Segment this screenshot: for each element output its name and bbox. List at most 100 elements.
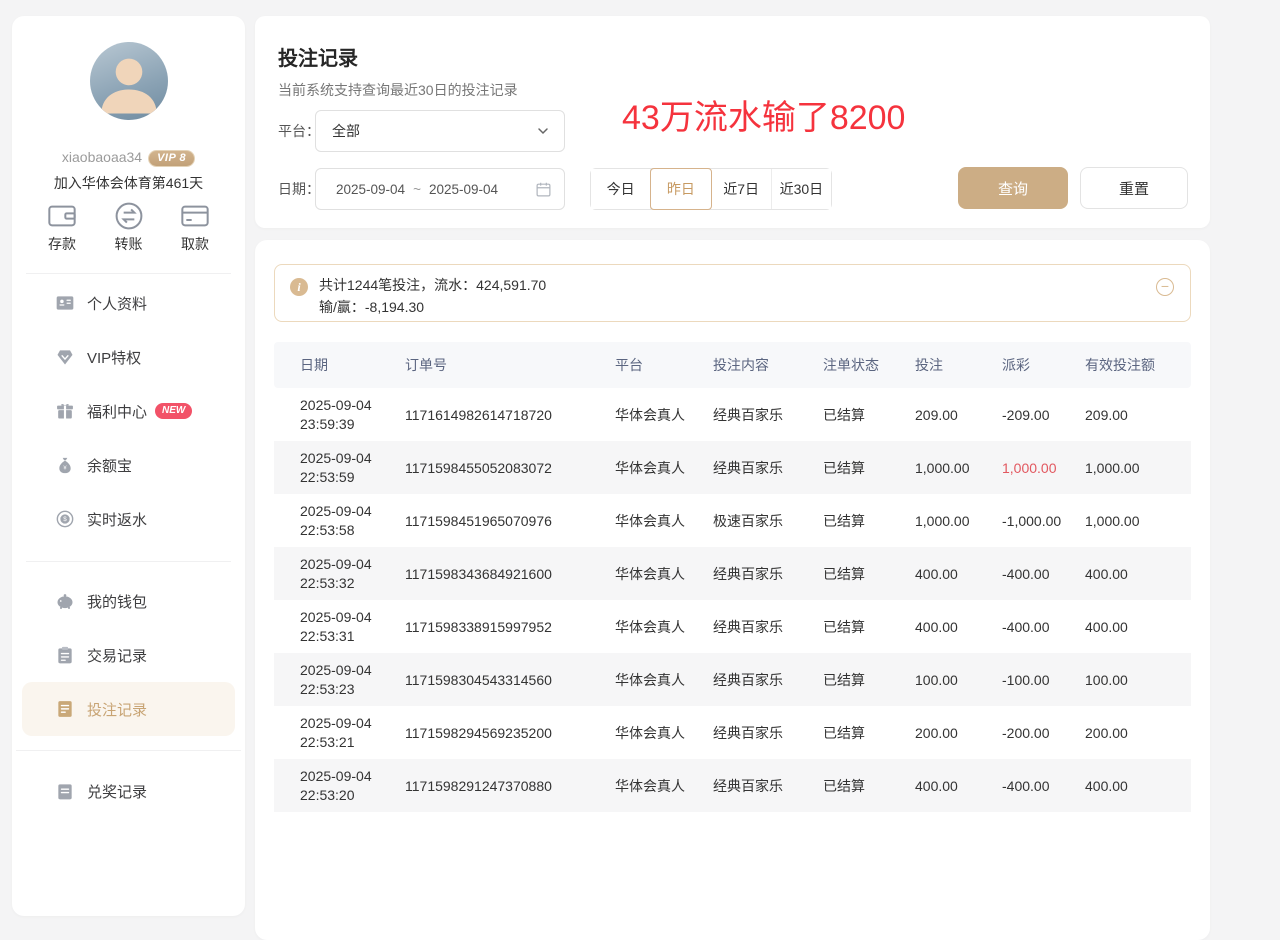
deposit-label: 存款 bbox=[48, 236, 76, 252]
range-yesterday-button[interactable]: 昨日 bbox=[651, 169, 711, 209]
transfer-button[interactable]: 转账 bbox=[99, 200, 159, 254]
cell-bet-amount: 400.00 bbox=[915, 566, 1002, 582]
sidebar-item-transactions[interactable]: 交易记录 bbox=[12, 628, 245, 682]
cell-bet-content: 经典百家乐 bbox=[713, 458, 823, 478]
cell-status: 已结算 bbox=[823, 564, 915, 584]
chevron-down-icon bbox=[536, 124, 550, 138]
cell-platform: 华体会真人 bbox=[615, 511, 713, 531]
cell-valid-bet: 1,000.00 bbox=[1085, 513, 1190, 529]
date-range-input[interactable]: 2025-09-04 ~ 2025-09-04 bbox=[315, 168, 565, 210]
table-row: 2025-09-0422:53:59 1171598455052083072 华… bbox=[274, 441, 1191, 494]
cell-payout: -100.00 bbox=[1002, 672, 1085, 688]
cell-platform: 华体会真人 bbox=[615, 670, 713, 690]
sidebar-item-prize-records[interactable]: 兑奖记录 bbox=[12, 764, 245, 818]
calendar-icon[interactable] bbox=[535, 181, 552, 198]
red-annotation-text: 43万流水输了8200 bbox=[622, 90, 905, 139]
cell-platform: 华体会真人 bbox=[615, 405, 713, 425]
range-7days-button[interactable]: 近7日 bbox=[712, 169, 772, 209]
cell-date: 2025-09-0422:53:31 bbox=[274, 608, 405, 646]
reset-button[interactable]: 重置 bbox=[1080, 167, 1188, 209]
divider bbox=[26, 561, 231, 562]
cell-order-no: 1171598304543314560 bbox=[405, 672, 615, 688]
cell-valid-bet: 400.00 bbox=[1085, 566, 1190, 582]
sidebar-item-label: 兑奖记录 bbox=[87, 781, 147, 802]
cell-date: 2025-09-0422:53:21 bbox=[274, 714, 405, 752]
divider bbox=[26, 273, 231, 274]
cell-bet-amount: 400.00 bbox=[915, 619, 1002, 635]
piggy-bank-icon bbox=[55, 591, 75, 611]
sidebar: xiaobaoaa34VIP 8 加入华体会体育第461天 存款 转账 bbox=[12, 16, 245, 916]
avatar bbox=[90, 42, 168, 120]
sidebar-item-vip[interactable]: VIP特权 bbox=[12, 330, 245, 384]
cell-platform: 华体会真人 bbox=[615, 617, 713, 637]
page-subtitle: 当前系统支持查询最近30日的投注记录 bbox=[278, 80, 518, 100]
range-today-button[interactable]: 今日 bbox=[591, 169, 651, 209]
cell-status: 已结算 bbox=[823, 405, 915, 425]
cell-status: 已结算 bbox=[823, 670, 915, 690]
cell-valid-bet: 200.00 bbox=[1085, 725, 1190, 741]
join-days-text: 加入华体会体育第461天 bbox=[12, 173, 245, 193]
cell-date: 2025-09-0422:53:58 bbox=[274, 502, 405, 540]
sidebar-item-welfare[interactable]: 福利中心 NEW bbox=[12, 384, 245, 438]
sidebar-item-bet-records[interactable]: 投注记录 bbox=[22, 682, 235, 736]
prize-record-icon bbox=[55, 781, 75, 801]
platform-label: 平台： bbox=[278, 110, 320, 152]
sidebar-item-label: 交易记录 bbox=[87, 645, 147, 666]
sidebar-item-profile[interactable]: 个人资料 bbox=[12, 276, 245, 330]
bet-record-icon bbox=[55, 699, 75, 719]
cell-date: 2025-09-0422:53:59 bbox=[274, 449, 405, 487]
withdraw-button[interactable]: 取款 bbox=[165, 200, 225, 254]
sidebar-item-yuebao[interactable]: ¥ 余额宝 bbox=[12, 438, 245, 492]
vip-badge: VIP 8 bbox=[148, 150, 195, 167]
col-bet-amount: 投注 bbox=[915, 355, 1002, 375]
date-end-value: 2025-09-04 bbox=[429, 182, 498, 197]
deposit-button[interactable]: 存款 bbox=[32, 200, 92, 254]
sidebar-item-wallet[interactable]: 我的钱包 bbox=[12, 574, 245, 628]
sidebar-item-rebate[interactable]: $ 实时返水 bbox=[12, 492, 245, 546]
wallet-icon bbox=[32, 200, 92, 234]
page-title: 投注记录 bbox=[278, 42, 358, 71]
cell-payout: -1,000.00 bbox=[1002, 513, 1085, 529]
cell-order-no: 1171598455052083072 bbox=[405, 460, 615, 476]
cell-order-no: 1171598338915997952 bbox=[405, 619, 615, 635]
cell-payout: -400.00 bbox=[1002, 619, 1085, 635]
cell-bet-content: 极速百家乐 bbox=[713, 511, 823, 531]
table-row: 2025-09-0422:53:58 1171598451965070976 华… bbox=[274, 494, 1191, 547]
collapse-icon[interactable]: − bbox=[1156, 278, 1174, 296]
transfer-label: 转账 bbox=[115, 236, 143, 252]
transfer-icon bbox=[99, 200, 159, 234]
cell-valid-bet: 400.00 bbox=[1085, 619, 1190, 635]
id-card-icon bbox=[55, 293, 75, 313]
cell-platform: 华体会真人 bbox=[615, 564, 713, 584]
cell-order-no: 1171614982614718720 bbox=[405, 407, 615, 423]
cell-valid-bet: 400.00 bbox=[1085, 778, 1190, 794]
platform-select[interactable]: 全部 bbox=[315, 110, 565, 152]
cell-status: 已结算 bbox=[823, 458, 915, 478]
cell-status: 已结算 bbox=[823, 511, 915, 531]
cell-payout: 1,000.00 bbox=[1002, 460, 1085, 476]
cell-platform: 华体会真人 bbox=[615, 458, 713, 478]
sidebar-item-label: 余额宝 bbox=[87, 455, 132, 476]
table-row: 2025-09-0422:53:21 1171598294569235200 华… bbox=[274, 706, 1191, 759]
transaction-record-icon bbox=[55, 645, 75, 665]
cell-bet-amount: 400.00 bbox=[915, 778, 1002, 794]
col-platform: 平台 bbox=[615, 355, 713, 375]
money-bag-icon: ¥ bbox=[55, 455, 75, 475]
cell-date: 2025-09-0422:53:23 bbox=[274, 661, 405, 699]
cell-bet-amount: 1,000.00 bbox=[915, 513, 1002, 529]
main-menu: 个人资料 VIP特权 福利中心 NEW ¥ 余额宝 $ 实时返水 bbox=[12, 276, 245, 546]
range-30days-button[interactable]: 近30日 bbox=[772, 169, 831, 209]
bet-records-panel: i 共计1244笔投注，流水：424,591.70 输/赢：-8,194.30 … bbox=[255, 240, 1210, 940]
col-bet-content: 投注内容 bbox=[713, 355, 823, 375]
cell-order-no: 1171598294569235200 bbox=[405, 725, 615, 741]
cell-payout: -400.00 bbox=[1002, 778, 1085, 794]
records-menu: 我的钱包 交易记录 投注记录 兑奖记录 bbox=[12, 574, 245, 818]
cell-bet-amount: 100.00 bbox=[915, 672, 1002, 688]
date-label: 日期： bbox=[278, 168, 320, 210]
search-button[interactable]: 查询 bbox=[958, 167, 1068, 209]
summary-box: i 共计1244笔投注，流水：424,591.70 输/赢：-8,194.30 … bbox=[274, 264, 1191, 322]
cell-platform: 华体会真人 bbox=[615, 776, 713, 796]
cell-valid-bet: 1,000.00 bbox=[1085, 460, 1190, 476]
table-row: 2025-09-0422:53:23 1171598304543314560 华… bbox=[274, 653, 1191, 706]
col-valid-bet: 有效投注额 bbox=[1085, 355, 1190, 375]
